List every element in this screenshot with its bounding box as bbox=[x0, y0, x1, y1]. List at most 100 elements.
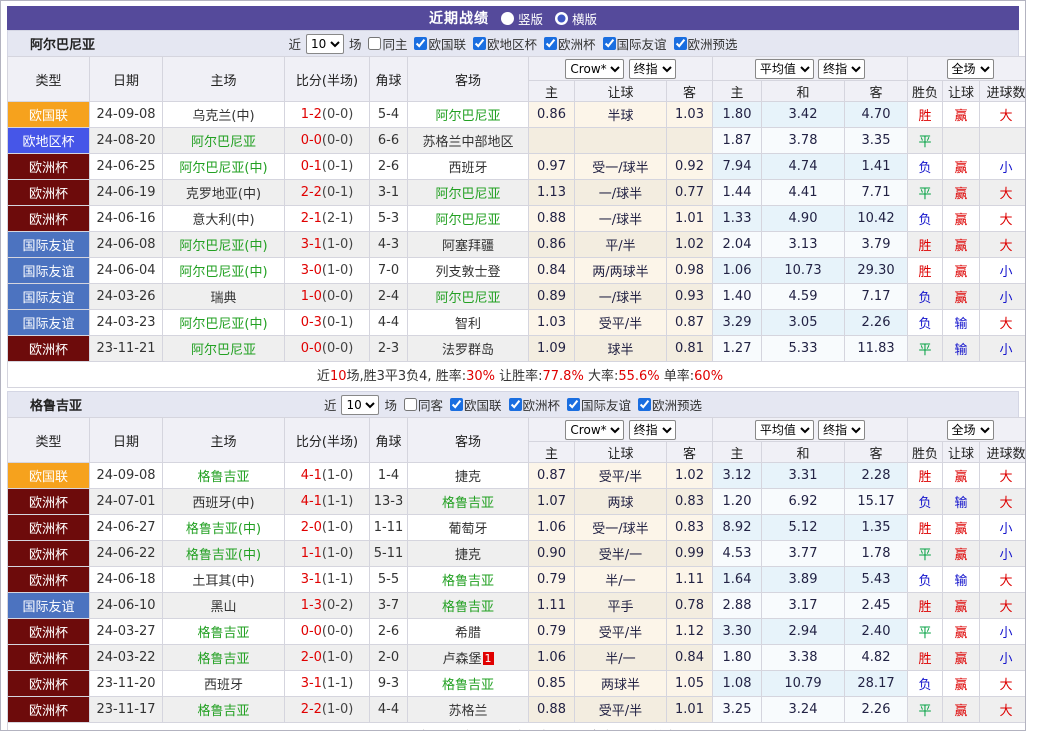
league-checkbox-input-4[interactable] bbox=[603, 37, 616, 50]
league-checkbox-input-1[interactable] bbox=[414, 37, 427, 50]
col-header-4: 比分(半场) bbox=[285, 57, 370, 102]
match-score: 3-1(1-1) bbox=[285, 567, 370, 593]
final-index-select-1[interactable]: 终指 bbox=[629, 420, 676, 440]
team-section-2: 格鲁吉亚近10场同客欧国联欧洲杯国际友谊欧洲预选类型日期主场比分(半场)角球客场… bbox=[7, 391, 1019, 731]
home-team: 阿尔巴尼亚(中) bbox=[163, 258, 285, 284]
radio-horizontal-layout[interactable]: 横版 bbox=[555, 9, 597, 28]
result-winloss: 平 bbox=[908, 541, 943, 567]
avg-away-odds: 1.41 bbox=[845, 154, 908, 180]
recent-count-select[interactable]: 10 bbox=[306, 34, 344, 54]
league-checkbox-1[interactable]: 欧国联 bbox=[450, 395, 502, 414]
away-team: 阿尔巴尼亚 bbox=[408, 102, 529, 128]
corner-count: 1-4 bbox=[370, 463, 408, 489]
match-row: 欧洲杯23-11-17格鲁吉亚2-2(1-0)4-4苏格兰0.88受平/半1.0… bbox=[8, 697, 1027, 723]
away-team: 格鲁吉亚 bbox=[408, 567, 529, 593]
result-goals: 大 bbox=[980, 697, 1027, 723]
handicap-away-odds: 1.03 bbox=[667, 102, 713, 128]
league-checkbox-3[interactable]: 国际友谊 bbox=[567, 395, 631, 414]
summary-segment: 20% bbox=[682, 730, 711, 731]
avg-away-odds: 29.30 bbox=[845, 258, 908, 284]
match-score: 2-2(0-1) bbox=[285, 180, 370, 206]
league-checkbox-input-1[interactable] bbox=[450, 398, 463, 411]
result-handicap: 赢 bbox=[943, 593, 980, 619]
final-index-select-2[interactable]: 终指 bbox=[818, 59, 865, 79]
handicap-odds-group-header: Crow* 终指 bbox=[529, 418, 713, 442]
full-score: 3-1 bbox=[301, 237, 322, 252]
league-checkbox-5[interactable]: 欧洲预选 bbox=[674, 34, 738, 53]
avg-home-odds: 1.20 bbox=[713, 489, 762, 515]
league-checkbox-2[interactable]: 欧地区杯 bbox=[473, 34, 537, 53]
match-score: 4-1(1-1) bbox=[285, 489, 370, 515]
league-checkbox-3[interactable]: 欧洲杯 bbox=[544, 34, 596, 53]
radio-selected-icon bbox=[501, 12, 514, 25]
league-checkbox-input-5[interactable] bbox=[674, 37, 687, 50]
handicap-home-odds: 0.97 bbox=[529, 154, 575, 180]
home-team: 土耳其(中) bbox=[163, 567, 285, 593]
bookmaker-select[interactable]: Crow* bbox=[565, 59, 624, 79]
half-score: (1-0) bbox=[322, 702, 353, 717]
bookmaker-select[interactable]: Crow* bbox=[565, 420, 624, 440]
result-winloss: 胜 bbox=[908, 645, 943, 671]
league-checkbox-label: 欧地区杯 bbox=[487, 34, 537, 53]
half-score: (1-0) bbox=[322, 650, 353, 665]
avg-draw-odds: 5.33 bbox=[762, 336, 845, 362]
league-checkbox-input-3[interactable] bbox=[544, 37, 557, 50]
result-goals: 小 bbox=[980, 258, 1027, 284]
same-side-checkbox[interactable]: 同客 bbox=[404, 395, 443, 414]
league-checkbox-4[interactable]: 国际友谊 bbox=[603, 34, 667, 53]
handicap-away-odds: 0.78 bbox=[667, 593, 713, 619]
away-team: 捷克 bbox=[408, 463, 529, 489]
away-team: 阿尔巴尼亚 bbox=[408, 206, 529, 232]
record-summary: 近10场,胜3平3负4, 胜率:30% 让胜率:77.8% 大率:55.6% 单… bbox=[8, 362, 1027, 388]
match-row: 欧地区杯24-08-20阿尔巴尼亚0-0(0-0)6-6苏格兰中部地区1.873… bbox=[8, 128, 1027, 154]
half-score: (0-2) bbox=[322, 598, 353, 613]
result-goals: 大 bbox=[980, 593, 1027, 619]
away-team: 葡萄牙 bbox=[408, 515, 529, 541]
avg-away-odds: 11.83 bbox=[845, 336, 908, 362]
result-goals bbox=[980, 128, 1027, 154]
same-side-checkbox-input[interactable] bbox=[368, 37, 381, 50]
same-side-checkbox[interactable]: 同主 bbox=[368, 34, 407, 53]
handicap-away-odds: 0.81 bbox=[667, 336, 713, 362]
handicap-away-odds: 0.92 bbox=[667, 154, 713, 180]
avg-index-select[interactable]: 平均值 bbox=[755, 420, 814, 440]
sub-header-9: 进球数 bbox=[980, 81, 1027, 102]
result-goals: 大 bbox=[980, 567, 1027, 593]
home-team: 克罗地亚(中) bbox=[163, 180, 285, 206]
final-index-select-2[interactable]: 终指 bbox=[818, 420, 865, 440]
league-checkbox-input-4[interactable] bbox=[638, 398, 651, 411]
final-index-select-1[interactable]: 终指 bbox=[629, 59, 676, 79]
result-handicap: 输 bbox=[943, 336, 980, 362]
league-checkbox-2[interactable]: 欧洲杯 bbox=[509, 395, 561, 414]
match-date: 24-03-26 bbox=[90, 284, 163, 310]
result-winloss: 负 bbox=[908, 310, 943, 336]
avg-index-select[interactable]: 平均值 bbox=[755, 59, 814, 79]
result-goals: 大 bbox=[980, 671, 1027, 697]
league-checkbox-input-2[interactable] bbox=[509, 398, 522, 411]
radio-vertical-layout[interactable]: 竖版 bbox=[501, 9, 543, 28]
match-type-badge: 欧洲杯 bbox=[8, 336, 90, 362]
half-score: (1-0) bbox=[322, 263, 353, 278]
result-winloss: 胜 bbox=[908, 593, 943, 619]
league-checkbox-input-2[interactable] bbox=[473, 37, 486, 50]
league-checkbox-input-3[interactable] bbox=[567, 398, 580, 411]
match-scope-select[interactable]: 全场 bbox=[947, 59, 994, 79]
half-score: (0-0) bbox=[322, 107, 353, 122]
handicap-line: 球半 bbox=[575, 336, 667, 362]
league-checkbox-4[interactable]: 欧洲预选 bbox=[638, 395, 702, 414]
handicap-home-odds: 1.09 bbox=[529, 336, 575, 362]
match-row: 欧洲杯24-06-27格鲁吉亚(中)2-0(1-0)1-11葡萄牙1.06受一/… bbox=[8, 515, 1027, 541]
league-checkbox-1[interactable]: 欧国联 bbox=[414, 34, 466, 53]
league-checkbox-label: 欧洲预选 bbox=[652, 395, 702, 414]
match-score: 1-0(0-0) bbox=[285, 284, 370, 310]
recent-count-select[interactable]: 10 bbox=[341, 395, 379, 415]
same-side-checkbox-input[interactable] bbox=[404, 398, 417, 411]
match-row: 欧国联24-09-08乌克兰(中)1-2(0-0)5-4阿尔巴尼亚0.86半球1… bbox=[8, 102, 1027, 128]
match-scope-select[interactable]: 全场 bbox=[947, 420, 994, 440]
full-score: 3-1 bbox=[301, 676, 322, 691]
result-goals: 大 bbox=[980, 102, 1027, 128]
result-handicap: 输 bbox=[943, 310, 980, 336]
sub-header-4: 主 bbox=[713, 442, 762, 463]
handicap-line: 受平/半 bbox=[575, 463, 667, 489]
sub-header-7: 胜负 bbox=[908, 442, 943, 463]
